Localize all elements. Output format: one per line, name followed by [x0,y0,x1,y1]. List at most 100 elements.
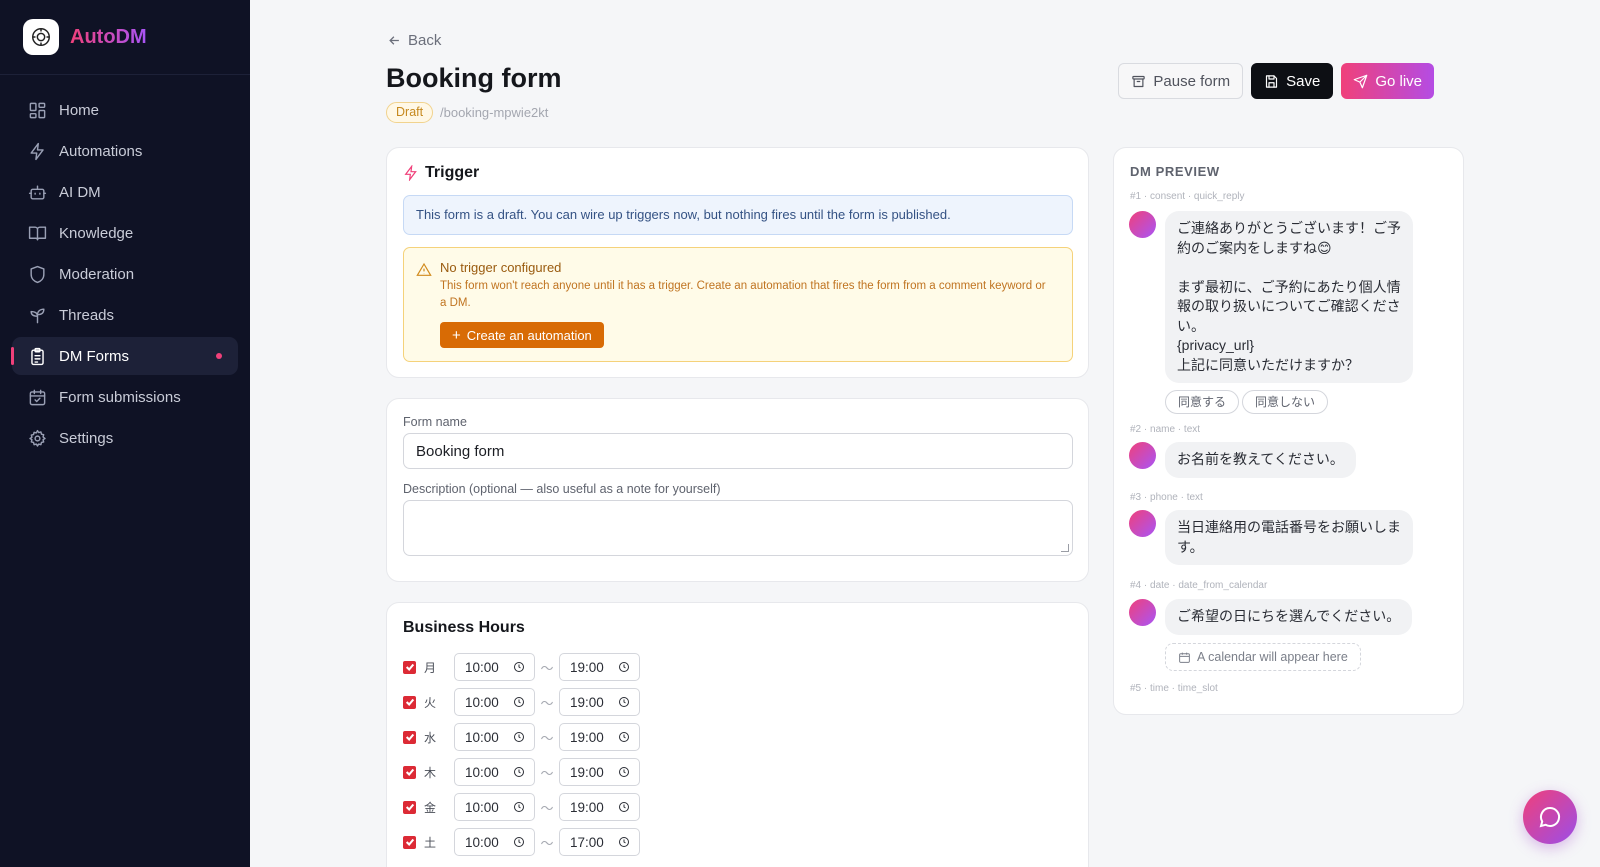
hours-row: 月 10:00 〜 19:00 [403,653,640,681]
range-separator: 〜 [540,835,554,851]
draft-info-banner: This form is a draft. You can wire up tr… [403,195,1073,235]
calendar-placeholder: A calendar will appear here [1165,643,1361,671]
start-time-input[interactable]: 10:00 [454,723,535,751]
clock-icon [513,661,525,673]
end-time-input[interactable]: 19:00 [559,688,640,716]
grid-icon [27,100,47,120]
header-actions: Pause form Save Go live [1118,63,1434,99]
end-time-input[interactable]: 19:00 [559,758,640,786]
main-content: Back Booking form Draft /booking-mpwie2k… [250,0,1600,867]
clock-icon [513,836,525,848]
clock-icon [513,766,525,778]
chat-bubble-icon [1539,806,1561,828]
brand-name: AutoDM [70,25,147,48]
start-time-input[interactable]: 10:00 [454,828,535,856]
create-automation-button[interactable]: + Create an automation [440,322,604,348]
day-label: 火 [424,695,437,710]
sidebar-item-form-submissions[interactable]: Form submissions [12,378,238,416]
clock-icon [618,836,630,848]
sidebar-item-settings[interactable]: Settings [12,419,238,457]
day-checkbox[interactable] [403,695,416,709]
start-time-input[interactable]: 10:00 [454,653,535,681]
step-meta: #1 · consent · quick_reply [1130,191,1245,202]
day-label: 金 [424,800,437,815]
save-button[interactable]: Save [1251,63,1334,99]
chat-support-button[interactable] [1523,790,1577,844]
end-time-input[interactable]: 19:00 [559,793,640,821]
warning-text: This form won't reach anyone until it ha… [440,280,1046,309]
back-link[interactable]: Back [387,32,441,49]
shield-icon [27,264,47,284]
sidebar-item-home[interactable]: Home [12,91,238,129]
quick-reply-agree[interactable]: 同意する [1165,390,1240,414]
description-textarea[interactable] [403,500,1073,556]
sidebar-item-moderation[interactable]: Moderation [12,255,238,293]
day-checkbox[interactable] [403,730,416,744]
sidebar-item-automations[interactable]: Automations [12,132,238,170]
plus-icon: + [452,326,461,344]
start-time-input[interactable]: 10:00 [454,793,535,821]
go-live-button[interactable]: Go live [1341,63,1434,99]
clock-icon [618,801,630,813]
hours-row: 木 10:00 〜 19:00 [403,758,640,786]
dm-preview-title: DM PREVIEW [1130,164,1220,179]
range-separator: 〜 [540,695,554,711]
clock-icon [513,731,525,743]
dm-preview-card: DM PREVIEW #1 · consent · quick_reply ご連… [1113,147,1464,715]
sidebar-item-threads[interactable]: Threads [12,296,238,334]
hours-row: 土 10:00 〜 17:00 [403,828,640,856]
message-bubble: ご希望の日にちを選んでください。 [1165,599,1413,635]
create-automation-label: Create an automation [466,327,592,343]
sidebar-item-ai-dm[interactable]: AI DM [12,173,238,211]
go-live-label: Go live [1375,72,1422,90]
active-dot [216,353,222,359]
clock-icon [618,696,630,708]
day-label: 土 [424,835,437,850]
sidebar-item-label: Threads [59,306,115,324]
hours-row: 金 10:00 〜 19:00 [403,793,640,821]
sidebar-item-label: Settings [59,429,114,447]
sidebar: AutoDM Home Automations AI DM Knowledge … [0,0,250,867]
page-title: Booking form [386,63,562,93]
day-checkbox[interactable] [403,765,416,779]
avatar [1129,599,1156,626]
book-icon [27,223,47,243]
save-label: Save [1286,72,1321,90]
calendar-check-icon [27,387,47,407]
bolt-icon [404,165,417,181]
avatar [1129,442,1156,469]
day-checkbox[interactable] [403,835,416,849]
day-checkbox[interactable] [403,800,416,814]
end-time-input[interactable]: 17:00 [559,828,640,856]
back-label: Back [408,32,442,49]
avatar [1129,211,1156,238]
day-checkbox[interactable] [403,660,416,674]
form-name-input[interactable]: Booking form [403,433,1073,469]
bolt-icon [27,141,47,161]
sidebar-item-label: Moderation [59,265,135,283]
step-meta: #4 · date · date_from_calendar [1130,580,1268,591]
pause-form-button[interactable]: Pause form [1118,63,1244,99]
sidebar-item-label: DM Forms [59,347,129,365]
pause-form-label: Pause form [1153,72,1231,90]
brand[interactable]: AutoDM [0,0,250,75]
end-time-input[interactable]: 19:00 [559,653,640,681]
clock-icon [513,696,525,708]
hours-row: 水 10:00 〜 19:00 [403,723,640,751]
start-time-input[interactable]: 10:00 [454,758,535,786]
message-bubble: ご連絡ありがとうございます！ご予 約のご案内をしますね😊 まず最初に、ご予約にあ… [1165,211,1413,383]
avatar [1129,510,1156,537]
description-label: Description (optional — also useful as a… [403,482,721,496]
sidebar-item-knowledge[interactable]: Knowledge [12,214,238,252]
step-meta: #5 · time · time_slot [1130,683,1218,694]
day-label: 木 [424,765,437,780]
quick-reply-disagree[interactable]: 同意しない [1242,390,1329,414]
trigger-title-label: Trigger [425,164,480,181]
start-time-input[interactable]: 10:00 [454,688,535,716]
step-meta: #3 · phone · text [1130,492,1203,503]
warning-title: No trigger configured [440,260,562,275]
end-time-input[interactable]: 19:00 [559,723,640,751]
sidebar-item-label: AI DM [59,183,101,201]
step-meta: #2 · name · text [1130,424,1201,435]
sidebar-item-dm-forms[interactable]: DM Forms [11,337,238,375]
